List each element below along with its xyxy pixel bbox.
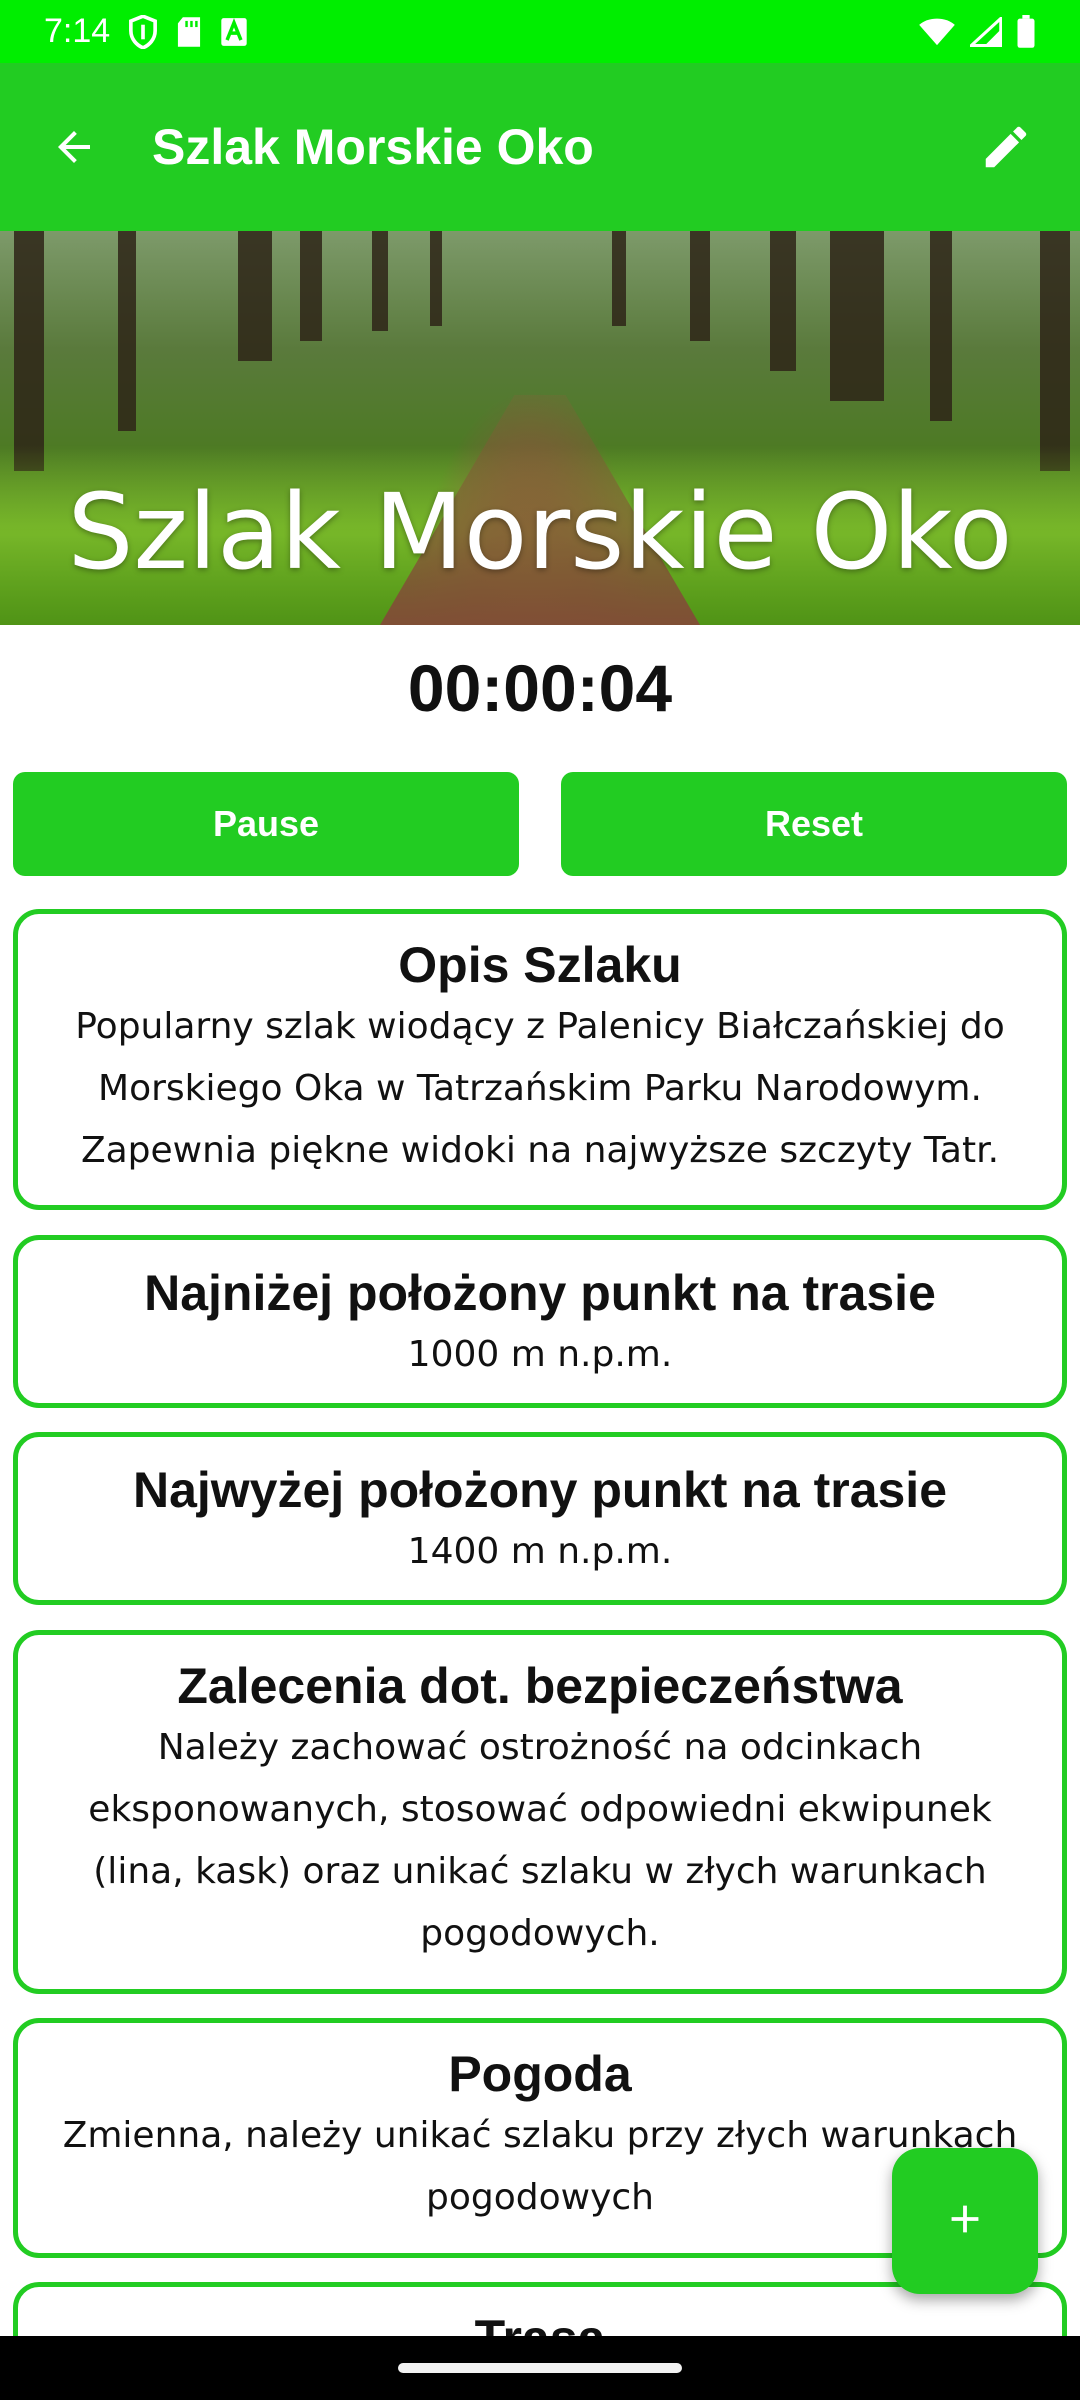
arrow-back-icon[interactable]	[40, 113, 108, 181]
card-heading: Pogoda	[448, 2046, 632, 2102]
status-time: 7:14	[44, 12, 111, 50]
shield-icon	[128, 14, 158, 49]
card-body: Popularny szlak wiodący z Palenicy Białc…	[75, 1006, 1005, 1171]
card-highest-point: Najwyżej położony punkt na trasie 1400 m…	[13, 1432, 1067, 1605]
card-heading: Opis Szlaku	[398, 937, 682, 993]
card-trail-description: Opis Szlaku Popularny szlak wiodący z Pa…	[13, 909, 1067, 1210]
hero-image: Szlak Morskie Oko	[0, 231, 1080, 625]
stopwatch-timer: 00:00:04	[407, 651, 673, 725]
sd-card-icon	[176, 16, 202, 48]
edit-icon[interactable]	[972, 113, 1040, 181]
add-fab-button[interactable]	[892, 2148, 1038, 2294]
card-heading: Najwyżej położony punkt na trasie	[132, 1462, 948, 1518]
notification-a-icon	[220, 17, 248, 47]
card-safety-recommendations: Zalecenia dot. bezpieczeństwa Należy zac…	[13, 1630, 1067, 1994]
card-body: 1000 m n.p.m.	[407, 1334, 673, 1375]
card-body: Zmienna, należy unikać szlaku przy złych…	[62, 2115, 1018, 2218]
app-bar: Szlak Morskie Oko	[0, 63, 1080, 231]
reset-button[interactable]: Reset	[561, 772, 1067, 876]
card-body: Należy zachować ostrożność na odcinkach …	[88, 1727, 992, 1954]
app-bar-title: Szlak Morskie Oko	[152, 119, 594, 175]
battery-icon	[1016, 14, 1036, 49]
card-body: 1400 m n.p.m.	[407, 1531, 673, 1572]
system-navigation-bar	[0, 2336, 1080, 2400]
wifi-icon	[918, 17, 956, 47]
status-bar: 7:14	[0, 0, 1080, 63]
home-gesture-handle[interactable]	[398, 2363, 682, 2373]
hero-title: Szlak Morskie Oko	[67, 471, 1013, 593]
card-heading: Najniżej położony punkt na trasie	[144, 1265, 936, 1321]
plus-icon	[942, 2196, 988, 2247]
card-heading: Zalecenia dot. bezpieczeństwa	[177, 1658, 903, 1714]
signal-icon	[970, 16, 1002, 47]
card-lowest-point: Najniżej położony punkt na trasie 1000 m…	[13, 1235, 1067, 1408]
pause-button[interactable]: Pause	[13, 772, 519, 876]
